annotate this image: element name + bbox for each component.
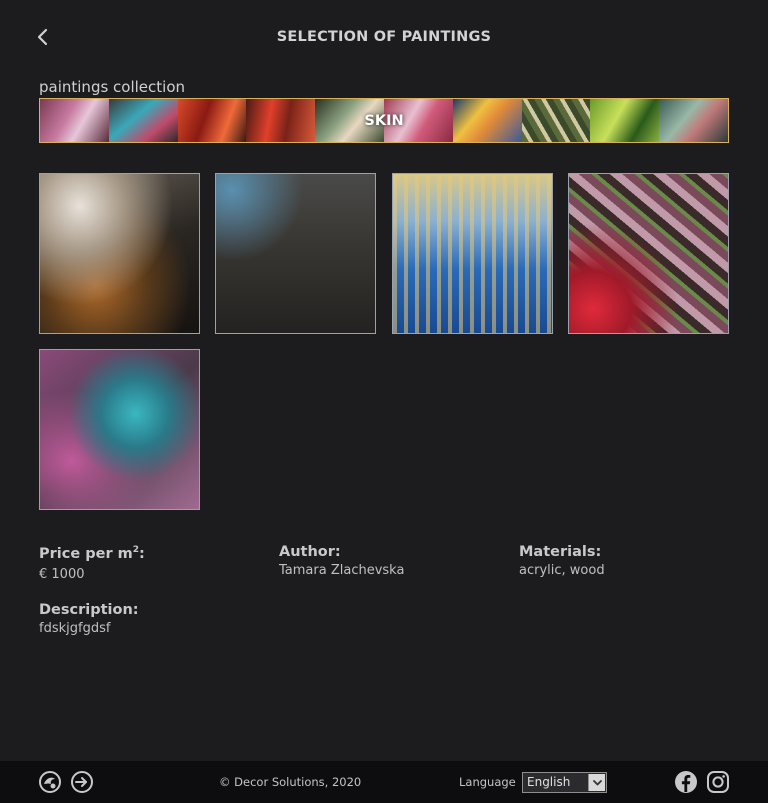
chevron-down-icon [588,774,605,791]
collection-label: paintings collection [39,78,186,96]
login-icon[interactable] [70,770,94,794]
language-select[interactable]: English [522,772,607,793]
price-block: Price per m2: € 1000 [39,545,145,582]
painting-thumbnail[interactable] [39,173,200,334]
collection-strip-selected[interactable]: SKIN [39,98,729,143]
copyright-text: © Decor Solutions, 2020 [219,775,362,789]
globe-logo-icon[interactable] [38,770,62,794]
price-label: Price per m2: [39,545,145,562]
language-label: Language [459,775,516,789]
description-block: Description: fdskjgfgdsf [39,602,139,636]
price-value: € 1000 [39,566,85,582]
header: SELECTION OF PAINTINGS [0,0,768,75]
language-value: English [527,775,571,789]
materials-label: Materials: [519,544,602,560]
page-title: SELECTION OF PAINTINGS [276,29,492,45]
author-block: Author: Tamara Zlachevska [279,544,404,578]
author-label: Author: [279,544,341,560]
description-value: fdskjgfgdsf [39,621,111,636]
facebook-icon[interactable] [674,770,698,794]
description-label: Description: [39,602,139,618]
materials-value: acrylic, wood [519,563,605,578]
footer: © Decor Solutions, 2020 Language English [0,761,768,803]
materials-block: Materials: acrylic, wood [519,544,605,578]
painting-thumbnail[interactable] [39,349,200,510]
painting-thumbnail[interactable] [568,173,729,334]
painting-thumbnail[interactable] [392,173,553,334]
painting-thumbnail[interactable] [215,173,376,334]
collection-name: SKIN [364,112,404,129]
author-value: Tamara Zlachevska [279,563,405,578]
instagram-icon[interactable] [706,770,730,794]
